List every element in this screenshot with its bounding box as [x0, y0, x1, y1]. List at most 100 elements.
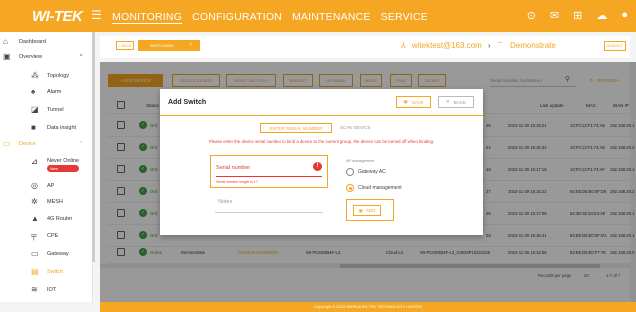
chevron-right-icon: › — [189, 41, 192, 48]
cloud-icon[interactable]: ☁ — [596, 9, 607, 22]
serial-number-label: Serial number — [216, 165, 251, 171]
chevron-up-icon: ^ — [80, 141, 83, 147]
sidebar-item-overview[interactable]: ▣ Overview ^ — [3, 52, 82, 61]
sidebar-item-gateway[interactable]: ▭ Gateway — [31, 250, 69, 258]
wifi-icon: ⌔ — [496, 40, 505, 49]
cloud-management-radio[interactable]: Cloud management — [346, 184, 402, 192]
tunnel-icon: ◪ — [31, 105, 39, 114]
account-email[interactable]: witektest@163.com — [412, 41, 482, 50]
save-button[interactable]: ▣ SAVE — [396, 96, 431, 108]
chevron-right-icon: › — [487, 40, 491, 50]
sidebar-item-device[interactable]: ▭ Device ^ — [3, 139, 82, 148]
sidebar-item-label: AP — [47, 183, 55, 189]
save-icon: ▣ — [403, 99, 408, 104]
sidebar-item-mesh[interactable]: ✲ MESH — [31, 198, 63, 206]
signout-button[interactable]: SIGNOUT — [604, 41, 626, 51]
apps-icon[interactable]: ⊞ — [573, 9, 582, 22]
dialog-back-button[interactable]: ✕ BACK — [438, 96, 474, 108]
sidebar-item-label: Tunnel — [47, 107, 64, 113]
serial-number-field[interactable]: Serial number ! Serial number length is … — [210, 155, 328, 188]
never-online-icon: ⊿ — [31, 157, 38, 166]
back-button[interactable]: < BACK — [116, 41, 134, 50]
breadcrumb-current: SWITCH/WISH — [150, 43, 174, 48]
home-icon: ⌂ — [3, 37, 8, 46]
mesh-icon: ✲ — [31, 197, 38, 206]
nav-maintenance[interactable]: MAINTENANCE — [292, 11, 371, 23]
top-navigation: MONITORING CONFIGURATION MAINTENANCE SER… — [112, 11, 428, 23]
top-icons: ⊙ ✉ ⊞ ☁ ● — [527, 9, 628, 22]
add-button-frame: ▣ ADD — [346, 199, 394, 221]
sidebar-item-alarm[interactable]: ♠ Alarm — [31, 88, 61, 96]
sidebar-item-4g-router[interactable]: ▲ 4G Router — [31, 215, 72, 223]
save-label: SAVE — [411, 99, 424, 105]
project-name[interactable]: Demonstrate — [510, 41, 556, 50]
save-icon: ▣ — [358, 207, 363, 213]
nav-service[interactable]: SERVICE — [381, 11, 428, 23]
new-badge: New — [47, 165, 80, 172]
router-icon: ▲ — [31, 214, 39, 223]
add-button[interactable]: ▣ ADD — [353, 205, 381, 216]
radio-label: Cloud management — [358, 185, 402, 191]
sidebar-item-topology[interactable]: ⁂ Topology — [31, 72, 69, 80]
sidebar-item-label: Overview — [19, 54, 42, 60]
sidebar-item-label: CPE — [47, 233, 59, 239]
sidebar-item-label: Data insight — [47, 125, 77, 131]
sidebar-item-label: Topology — [47, 73, 70, 79]
dialog-title: Add Switch — [168, 99, 207, 106]
gateway-icon: ▭ — [31, 249, 39, 258]
network-icon: ⅄ — [401, 40, 406, 50]
sidebar-item-data-insight[interactable]: ■ Data insight — [31, 124, 76, 132]
sidebar-item-label: Switch — [47, 269, 64, 275]
breadcrumb[interactable]: SWITCH/WISH › — [138, 40, 200, 51]
sidebar-item-label: Dashboard — [19, 39, 46, 45]
sidebar-item-iot[interactable]: ≋ IOT — [31, 286, 56, 294]
sidebar-item-dashboard[interactable]: ⌂ Dashboard — [3, 38, 46, 46]
sidebar-item-label: IOT — [47, 287, 57, 293]
tab-enter-serial-number[interactable]: ENTER SERIAL NUMBER — [260, 123, 332, 133]
sidebar-item-label: Gateway — [47, 251, 69, 257]
topology-icon: ⁂ — [31, 71, 39, 80]
sidebar-item-label: Never Online — [47, 158, 80, 164]
account-area: ⅄ witektest@163.com › ⌔ Demonstrate — [401, 40, 556, 50]
serial-number-underline — [216, 176, 322, 177]
switch-icon: ▤ — [31, 267, 39, 276]
user-icon[interactable]: ● — [621, 9, 628, 22]
add-switch-dialog: Add Switch ▣ SAVE ✕ BACK ENTER SERIAL NUMB… — [160, 89, 483, 235]
notification-icon[interactable]: ✉ — [550, 9, 559, 22]
radio-circle — [346, 184, 354, 192]
ap-icon: ◎ — [31, 181, 38, 190]
radio-circle — [346, 168, 354, 176]
menu-icon[interactable]: ☰ — [91, 8, 102, 22]
close-icon: ✕ — [445, 99, 450, 104]
sidebar-item-ap[interactable]: ◎ AP — [31, 182, 54, 190]
gateway-ac-radio[interactable]: Gateway AC — [346, 168, 386, 176]
device-icon: ▭ — [3, 139, 11, 148]
sidebar: ⌂ Dashboard ▣ Overview ^ ⁂ Topology ♠ Alarm ◪… — [0, 32, 93, 302]
footer: Copyright © 2022 WIRELESS-TEK TECHNOLOGY… — [100, 302, 636, 312]
nav-configuration[interactable]: CONFIGURATION — [192, 11, 282, 23]
logo: WI-TEK — [32, 8, 83, 25]
cpe-icon: ╤ — [31, 231, 37, 240]
tab-scan-device[interactable]: SCAN DEVICE — [340, 125, 371, 130]
back-label: BACK — [453, 99, 467, 105]
help-icon[interactable]: ⊙ — [527, 9, 536, 22]
insight-icon: ■ — [31, 123, 36, 132]
sidebar-item-switch[interactable]: ▤ Switch — [31, 268, 63, 276]
nav-monitoring[interactable]: MONITORING — [112, 11, 182, 23]
ap-management-label: AP management — [346, 159, 375, 163]
serial-number-error: Serial number length is 17. — [216, 180, 259, 184]
radio-label: Gateway AC — [358, 169, 386, 175]
sidebar-item-never-online[interactable]: ⊿ Never Online New — [31, 157, 80, 172]
sidebar-item-cpe[interactable]: ╤ CPE — [31, 232, 58, 240]
sidebar-item-label: MESH — [47, 199, 63, 205]
iot-icon: ≋ — [31, 285, 38, 294]
chevron-up-icon: ^ — [80, 54, 83, 60]
sidebar-item-tunnel[interactable]: ◪ Tunnel — [31, 106, 64, 114]
sidebar-item-label: 4G Router — [47, 216, 73, 222]
sidebar-item-label: Alarm — [47, 89, 62, 95]
overview-icon: ▣ — [3, 52, 11, 61]
bell-icon: ♠ — [31, 87, 36, 96]
sidebar-item-label: Device — [19, 141, 36, 147]
notes-field[interactable]: Notes — [218, 199, 232, 205]
sidebar-scrollbar[interactable] — [92, 32, 95, 262]
